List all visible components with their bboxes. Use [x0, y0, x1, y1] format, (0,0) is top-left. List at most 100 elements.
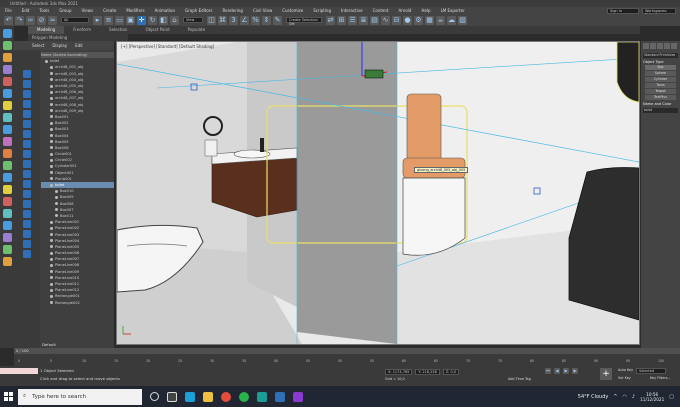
visibility-eye-icon[interactable] [50, 282, 53, 286]
filter-layer-icon[interactable] [23, 220, 31, 228]
helper-tool-icon[interactable] [2, 125, 12, 134]
next-frame-icon[interactable]: ▶ [572, 368, 578, 374]
visibility-eye-icon[interactable] [50, 276, 53, 280]
visibility-eye-icon[interactable] [45, 59, 48, 63]
maxscript-listener[interactable] [0, 368, 38, 374]
rendered-frame-window-icon[interactable]: ▦ [425, 15, 434, 25]
visibility-eye-icon[interactable] [50, 171, 53, 175]
display-tool-icon[interactable] [2, 209, 12, 218]
menu-help[interactable]: Help [416, 7, 435, 14]
named-selection-set[interactable]: Create Selection Set [286, 17, 322, 26]
motion-panel-icon[interactable] [664, 43, 670, 49]
filter-geometry-icon[interactable] [23, 70, 31, 78]
menu-lm-exporter[interactable]: LM Exporter [436, 7, 470, 14]
filter-shapes-icon[interactable] [23, 80, 31, 88]
visibility-eye-icon[interactable] [50, 140, 53, 144]
edit-named-sets-icon[interactable]: ✎ [273, 15, 282, 25]
tab-populate[interactable]: Populate [179, 26, 214, 34]
workspace-select[interactable]: Workspaces: Default [642, 7, 676, 17]
select-scale-icon[interactable]: ◧ [159, 15, 168, 25]
hierarchy-tool-icon[interactable] [2, 221, 12, 230]
visibility-eye-icon[interactable] [55, 214, 58, 218]
set-key-button[interactable]: Set Key [618, 376, 631, 380]
filter-spacewarps-icon[interactable] [23, 120, 31, 128]
filter-hidden-icon[interactable] [23, 200, 31, 208]
bind-space-warp-icon[interactable]: ≈ [48, 15, 57, 25]
select-object-icon[interactable]: ▸ [93, 15, 102, 25]
polygon-modeling-panel[interactable]: Polygon Modeling [28, 34, 128, 41]
pivot-icon[interactable]: ◫ [207, 15, 216, 25]
clock[interactable]: 10:56 11/12/2021 [640, 392, 664, 402]
menu-rendering[interactable]: Rendering [218, 7, 248, 14]
visibility-eye-icon[interactable] [50, 164, 53, 168]
visibility-eye-icon[interactable] [50, 294, 53, 298]
select-move-icon[interactable]: ✛ [137, 15, 146, 25]
filter-settings-icon[interactable] [23, 250, 31, 258]
menu-animation[interactable]: Animation [150, 7, 180, 14]
whatsapp-icon[interactable] [239, 391, 249, 402]
filter-all-icon[interactable] [23, 160, 31, 168]
menu-tools[interactable]: Tools [34, 7, 54, 14]
place-icon[interactable]: ⌂ [170, 15, 179, 25]
motion-tool-icon[interactable] [2, 233, 12, 242]
primitive-type-select[interactable]: Standard Primitives [643, 53, 678, 58]
visibility-eye-icon[interactable] [50, 220, 53, 224]
wand-tool-icon[interactable] [2, 245, 12, 254]
explorer-menu-edit[interactable]: Edit [75, 41, 83, 50]
visibility-eye-icon[interactable] [50, 183, 53, 187]
key-filters-button[interactable]: Key Filters... [650, 376, 671, 380]
rect-selection-icon[interactable]: ▭ [115, 15, 124, 25]
filter-invert-icon[interactable] [23, 180, 31, 188]
modify-panel-icon[interactable] [650, 43, 656, 49]
select-by-name-icon[interactable]: ≡ [104, 15, 113, 25]
onenote-icon[interactable] [293, 391, 303, 402]
light-tool-icon[interactable] [2, 101, 12, 110]
visibility-eye-icon[interactable] [50, 233, 53, 237]
filter-container-icon[interactable] [23, 240, 31, 248]
menu-modifiers[interactable]: Modifiers [121, 7, 149, 14]
angle-snap-icon[interactable]: ∠ [240, 15, 249, 25]
object-paint-icon[interactable] [2, 65, 12, 74]
app-taskbar-icon[interactable] [275, 391, 285, 402]
visibility-eye-icon[interactable] [50, 115, 53, 119]
menu-group[interactable]: Group [54, 7, 76, 14]
render-setup-icon[interactable]: ⚙ [414, 15, 423, 25]
explorer-row[interactable]: Rectangle002 [41, 300, 114, 306]
visibility-eye-icon[interactable] [50, 251, 53, 255]
selection-filter-select[interactable]: All [61, 17, 89, 23]
menu-content[interactable]: Content [368, 7, 394, 14]
visibility-eye-icon[interactable] [50, 177, 53, 181]
menu-civil-view[interactable]: Civil View [248, 7, 277, 14]
tab-modeling[interactable]: Modeling [28, 26, 65, 34]
percent-snap-icon[interactable]: % [251, 15, 260, 25]
prev-frame-icon[interactable]: ◀ [554, 368, 560, 374]
a360-gallery-icon[interactable]: ▧ [458, 15, 467, 25]
redo-icon[interactable]: ↷ [15, 15, 24, 25]
visibility-eye-icon[interactable] [50, 72, 53, 76]
menu-customize[interactable]: Customize [277, 7, 308, 14]
filter-frozen-icon[interactable] [23, 190, 31, 198]
object-name-input[interactable]: toilet [643, 108, 678, 113]
camera-tool-icon[interactable] [2, 113, 12, 122]
add-time-tag[interactable]: Add Time Tag [508, 377, 531, 381]
modifier-tool-icon[interactable] [2, 185, 12, 194]
undo-icon[interactable]: ↶ [4, 15, 13, 25]
unlink-icon[interactable]: ⊘ [37, 15, 46, 25]
viewport-label[interactable]: [+] [Perspective] [Standard] [Default Sh… [121, 44, 214, 49]
selection-tool-icon[interactable] [2, 53, 12, 62]
menu-edit[interactable]: Edit [17, 7, 35, 14]
select-rotate-icon[interactable]: ↻ [148, 15, 157, 25]
visibility-eye-icon[interactable] [50, 84, 53, 88]
set-key-icon[interactable]: + [600, 368, 612, 380]
visibility-eye-icon[interactable] [50, 121, 53, 125]
curve-editor-icon[interactable]: ∿ [381, 15, 390, 25]
coord-x[interactable]: X: 1174,765 [385, 369, 413, 375]
filter-find-icon[interactable] [23, 210, 31, 218]
shape-tool-icon[interactable] [2, 161, 12, 170]
visibility-eye-icon[interactable] [50, 288, 53, 292]
render-production-icon[interactable]: ☕ [436, 15, 445, 25]
freeform-tool-icon[interactable] [2, 41, 12, 50]
tab-selection[interactable]: Selection [100, 26, 136, 34]
visibility-eye-icon[interactable] [55, 195, 58, 199]
taskbar-search[interactable]: ⌕ Type here to search [18, 388, 142, 405]
